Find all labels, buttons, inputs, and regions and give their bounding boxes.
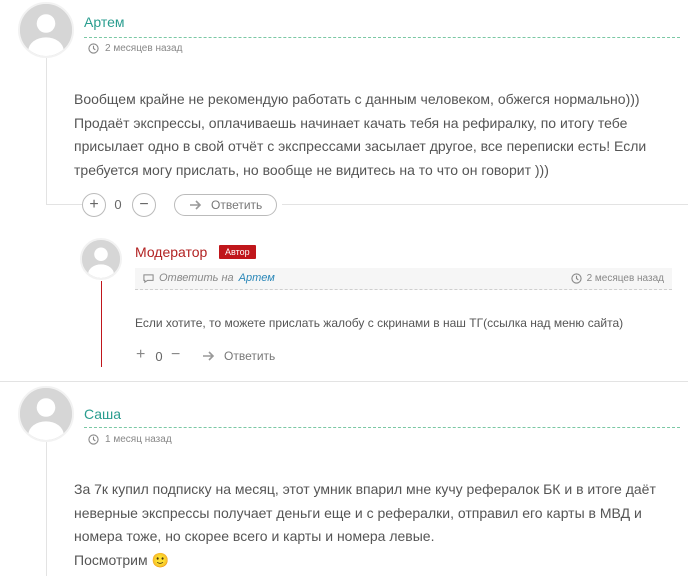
vote-count: 0 [114,197,122,212]
comment-author[interactable]: Артем [84,14,124,30]
comment-body: Вообщем крайне не рекомендую работать с … [74,91,647,178]
reply-button[interactable]: Ответить [202,349,275,363]
comment-meta: 1 месяц назад [88,434,172,445]
thread-connector [46,204,82,205]
smile-emoji-icon: 🙂 [151,551,169,568]
avatar [80,238,122,280]
comment-time: 2 месяцев назад [105,43,183,54]
avatar [18,2,74,58]
author-underline [84,37,680,38]
upvote-button[interactable]: + [136,346,145,364]
author-underline [84,427,680,428]
moderator-thread-line [101,281,102,367]
upvote-button[interactable]: + [82,193,106,217]
comment-divider [282,204,688,205]
reply-label: Ответить [211,198,263,212]
reply-to-bar: Ответить на Артем 2 месяцев назад [135,268,672,290]
comment-time: 1 месяц назад [105,434,172,445]
comment-author[interactable]: Саша [84,406,121,422]
reply-label: Ответить [224,349,276,363]
reply-to-prefix: Ответить на [159,272,234,284]
clock-icon [570,273,582,284]
clock-icon [88,434,99,445]
reply-arrow-icon [203,351,215,361]
thread-line [46,56,47,204]
reply-arrow-icon [190,200,202,210]
avatar [18,386,74,442]
comment-meta: 2 месяцев назад [88,43,182,54]
comment-time: 2 месяцев назад [586,273,664,284]
reply-to-link[interactable]: Артем [239,272,275,284]
reply-button[interactable]: Ответить [174,194,278,216]
author-badge: Автор [219,245,256,259]
comment-author[interactable]: Модератор [135,244,207,260]
clock-icon [88,43,99,54]
downvote-button[interactable]: − [171,346,180,364]
comment-divider [0,381,688,382]
vote-count: 0 [155,349,163,364]
comment-body: За 7к купил подписку на месяц, этот умни… [74,481,656,568]
thread-line [46,442,47,576]
comment-icon [143,273,154,283]
downvote-button[interactable]: − [132,193,156,217]
comment-body: Если хотите, то можете прислать жалобу с… [135,316,624,330]
